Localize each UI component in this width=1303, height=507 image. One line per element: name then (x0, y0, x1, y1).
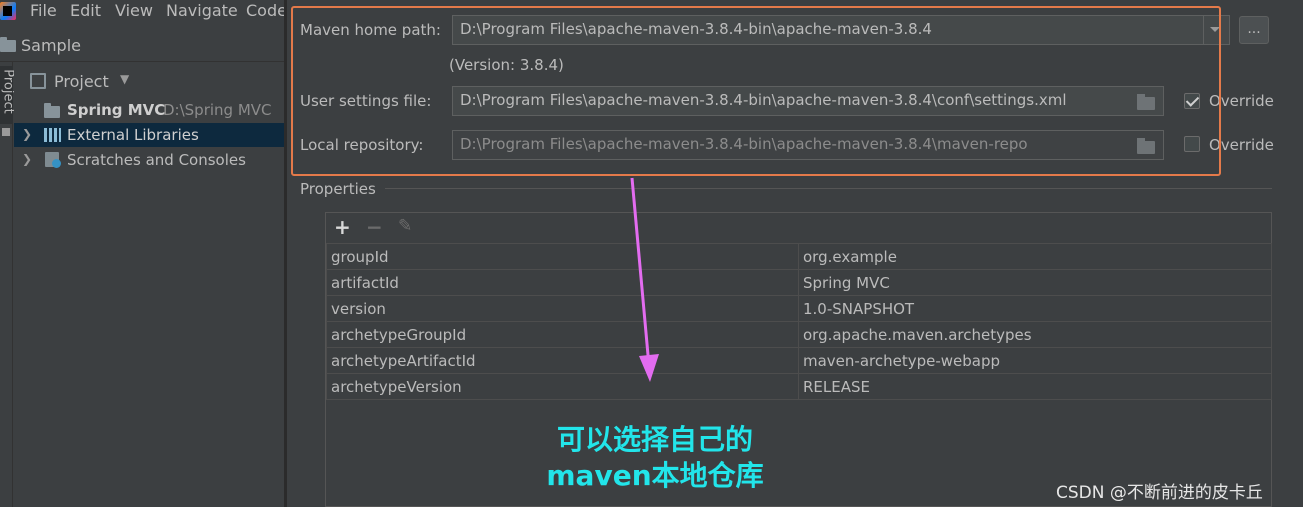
tree-item-scratches[interactable]: ❯ Scratches and Consoles (14, 148, 284, 172)
project-view-icon (30, 73, 46, 89)
tree-item-label: External Libraries (67, 126, 199, 144)
property-key[interactable]: artifactId (326, 269, 799, 296)
remove-icon[interactable]: − (366, 215, 383, 239)
table-row[interactable]: groupId org.example (326, 243, 1272, 270)
property-value[interactable]: Spring MVC (798, 269, 1272, 296)
annotation-line-2: maven本地仓库 (546, 459, 764, 492)
chevron-right-icon[interactable]: ❯ (22, 152, 32, 166)
module-path: D:\Spring MVC (163, 101, 272, 119)
properties-section-title: Properties (300, 180, 376, 198)
property-value[interactable]: 1.0-SNAPSHOT (798, 295, 1272, 322)
project-name[interactable]: Sample (21, 36, 81, 55)
property-value[interactable]: org.apache.maven.archetypes (798, 321, 1272, 348)
menu-file[interactable]: File (30, 1, 57, 20)
table-row[interactable]: artifactId Spring MVC (326, 269, 1272, 296)
library-icon (44, 128, 61, 142)
module-folder-icon (44, 103, 60, 118)
chevron-right-icon[interactable]: ❯ (22, 127, 32, 141)
property-key[interactable]: groupId (326, 243, 799, 270)
project-view-selector[interactable]: Project (54, 72, 109, 91)
property-key[interactable]: version (326, 295, 799, 322)
annotation-highlight-box (291, 6, 1221, 176)
annotation-arrow (630, 177, 659, 382)
tree-item-external-libraries[interactable]: ❯ External Libraries (14, 123, 284, 147)
navigation-bar: Sample (0, 28, 290, 62)
menu-code[interactable]: Code (246, 1, 287, 20)
arrow-shaft (630, 177, 651, 367)
folder-icon (0, 37, 16, 52)
tree-item-spring-mvc[interactable]: Spring MVC D:\Spring MVC (14, 98, 284, 122)
properties-toolbar: + − ✎ (326, 213, 1271, 243)
property-value[interactable]: maven-archetype-webapp (798, 347, 1272, 374)
csdn-watermark: CSDN @不断前进的皮卡丘 (1056, 483, 1263, 503)
clock-badge-icon (52, 159, 61, 168)
tree-item-label: Scratches and Consoles (67, 151, 246, 169)
properties-table: groupId org.example artifactId Spring MV… (326, 243, 1272, 400)
table-row[interactable]: archetypeArtifactId maven-archetype-weba… (326, 347, 1272, 374)
menu-edit[interactable]: Edit (70, 1, 101, 20)
module-name: Spring MVC (67, 101, 166, 119)
annotation-text: 可以选择自己的 maven本地仓库 (520, 422, 790, 494)
annotation-line-1: 可以选择自己的 (556, 423, 753, 456)
property-value[interactable]: org.example (798, 243, 1272, 270)
section-separator (385, 188, 1272, 189)
browse-button[interactable]: ... (1239, 16, 1269, 44)
table-row[interactable]: archetypeVersion RELEASE (326, 373, 1272, 400)
property-key[interactable]: archetypeGroupId (326, 321, 799, 348)
chevron-down-icon[interactable]: ▼ (120, 72, 129, 86)
arrow-head (639, 354, 659, 382)
property-key[interactable]: archetypeArtifactId (326, 347, 799, 374)
intellij-logo-icon (0, 2, 16, 20)
table-row[interactable]: archetypeGroupId org.apache.maven.archet… (326, 321, 1272, 348)
table-row[interactable]: version 1.0-SNAPSHOT (326, 295, 1272, 322)
add-icon[interactable]: + (334, 215, 351, 239)
property-key[interactable]: archetypeVersion (326, 373, 799, 400)
menu-navigate[interactable]: Navigate (166, 1, 238, 20)
menu-bar: File Edit View Navigate Code (0, 0, 290, 24)
property-value[interactable]: RELEASE (798, 373, 1272, 400)
structure-icon[interactable] (2, 128, 10, 136)
menu-view[interactable]: View (115, 1, 153, 20)
edit-icon[interactable]: ✎ (398, 216, 412, 236)
